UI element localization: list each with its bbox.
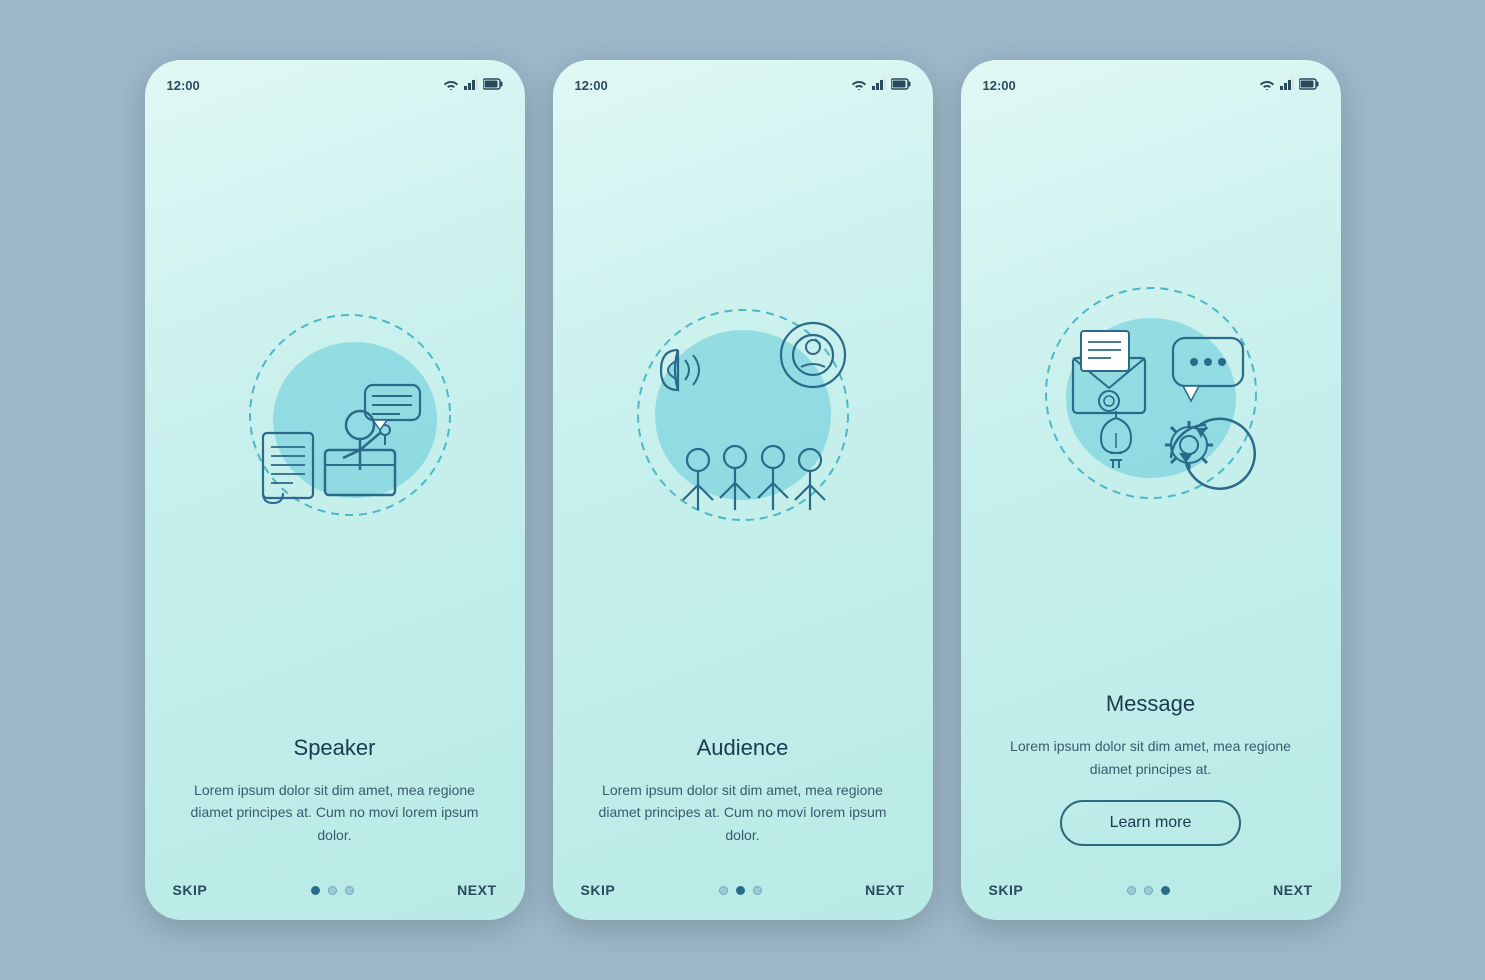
status-bar-2: 12:00 bbox=[553, 78, 933, 93]
wifi-icon-3 bbox=[1259, 78, 1275, 93]
nav-dots-3 bbox=[1127, 886, 1170, 895]
next-button-3[interactable]: NEXT bbox=[1273, 882, 1312, 898]
status-bar-1: 12:00 bbox=[145, 78, 525, 93]
message-content: Message Lorem ipsum dolor sit dim amet, … bbox=[961, 691, 1341, 866]
phones-container: 12:00 bbox=[145, 60, 1341, 920]
battery-icon-3 bbox=[1299, 78, 1319, 93]
status-bar-3: 12:00 bbox=[961, 78, 1341, 93]
dot-3-1 bbox=[1127, 886, 1136, 895]
speaker-title: Speaker bbox=[294, 735, 376, 761]
next-button-2[interactable]: NEXT bbox=[865, 882, 904, 898]
dot-1-2 bbox=[328, 886, 337, 895]
speaker-illustration bbox=[145, 103, 525, 727]
signal-icon-2 bbox=[872, 78, 886, 93]
wifi-icon-2 bbox=[851, 78, 867, 93]
skip-button-1[interactable]: SKIP bbox=[173, 882, 208, 898]
message-illustration bbox=[961, 103, 1341, 683]
dot-2-2 bbox=[736, 886, 745, 895]
learn-more-button[interactable]: Learn more bbox=[1060, 800, 1242, 846]
nav-dots-2 bbox=[719, 886, 762, 895]
nav-bar-3: SKIP NEXT bbox=[961, 866, 1341, 920]
audience-title: Audience bbox=[697, 735, 789, 761]
skip-button-3[interactable]: SKIP bbox=[989, 882, 1024, 898]
nav-dots-1 bbox=[311, 886, 354, 895]
status-time-3: 12:00 bbox=[983, 78, 1016, 93]
status-time-2: 12:00 bbox=[575, 78, 608, 93]
phone-speaker: 12:00 bbox=[145, 60, 525, 920]
signal-icon-1 bbox=[464, 78, 478, 93]
phone-audience: 12:00 bbox=[553, 60, 933, 920]
dot-1-1 bbox=[311, 886, 320, 895]
speaker-content: Speaker Lorem ipsum dolor sit dim amet, … bbox=[145, 735, 525, 866]
speaker-body: Lorem ipsum dolor sit dim amet, mea regi… bbox=[177, 779, 493, 846]
dot-2-3 bbox=[753, 886, 762, 895]
wifi-icon-1 bbox=[443, 78, 459, 93]
battery-icon-1 bbox=[483, 78, 503, 93]
dot-3-3 bbox=[1161, 886, 1170, 895]
next-button-1[interactable]: NEXT bbox=[457, 882, 496, 898]
status-time-1: 12:00 bbox=[167, 78, 200, 93]
audience-body: Lorem ipsum dolor sit dim amet, mea regi… bbox=[585, 779, 901, 846]
dot-3-2 bbox=[1144, 886, 1153, 895]
nav-bar-1: SKIP NEXT bbox=[145, 866, 525, 920]
dot-2-1 bbox=[719, 886, 728, 895]
battery-icon-2 bbox=[891, 78, 911, 93]
message-body: Lorem ipsum dolor sit dim amet, mea regi… bbox=[993, 735, 1309, 780]
nav-bar-2: SKIP NEXT bbox=[553, 866, 933, 920]
signal-icon-3 bbox=[1280, 78, 1294, 93]
message-title: Message bbox=[1106, 691, 1195, 717]
dot-1-3 bbox=[345, 886, 354, 895]
status-icons-3 bbox=[1259, 78, 1319, 93]
skip-button-2[interactable]: SKIP bbox=[581, 882, 616, 898]
status-icons-1 bbox=[443, 78, 503, 93]
audience-illustration bbox=[553, 103, 933, 727]
audience-content: Audience Lorem ipsum dolor sit dim amet,… bbox=[553, 735, 933, 866]
phone-message: 12:00 bbox=[961, 60, 1341, 920]
status-icons-2 bbox=[851, 78, 911, 93]
